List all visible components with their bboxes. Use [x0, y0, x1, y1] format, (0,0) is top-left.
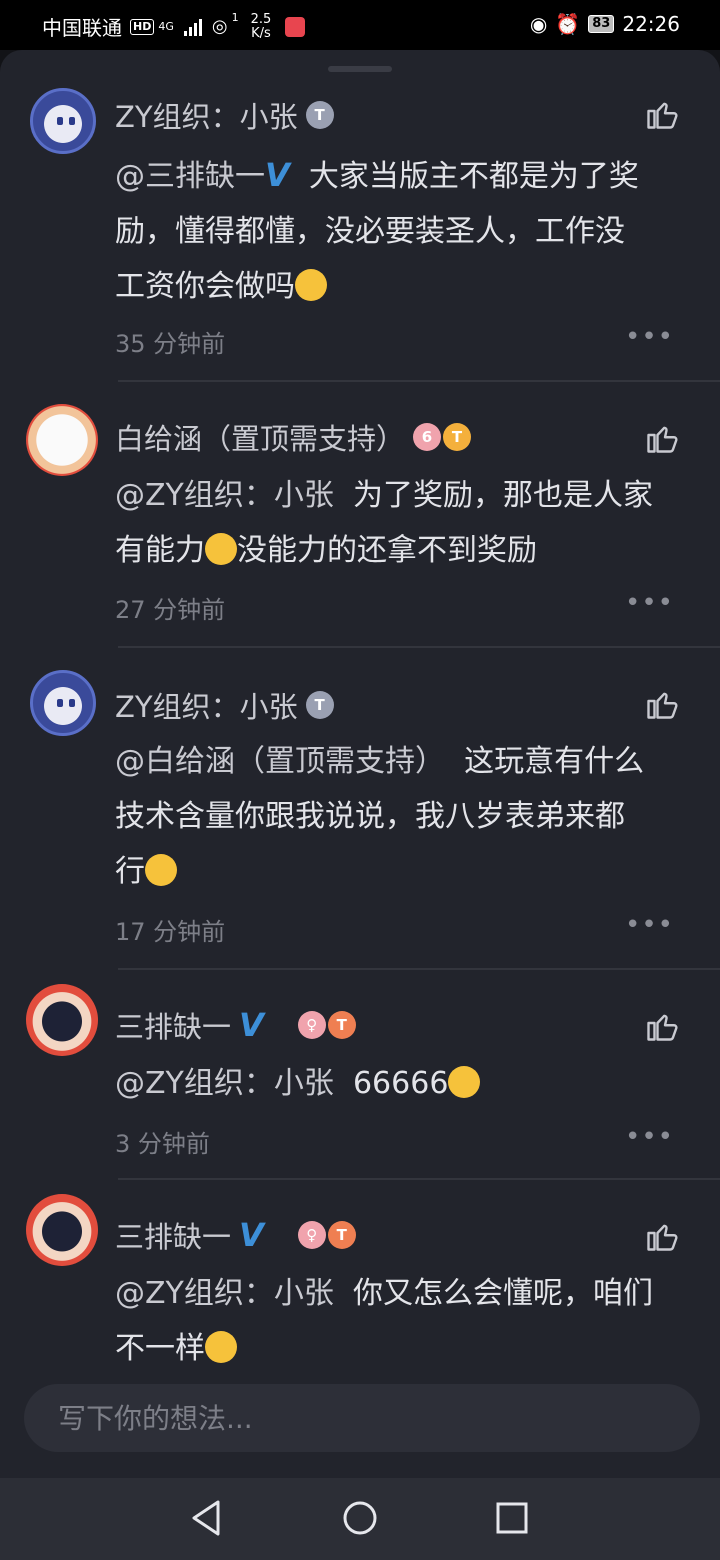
thinking-emoji-icon — [145, 854, 177, 886]
recents-icon[interactable] — [488, 1496, 536, 1540]
tongue-wink-emoji-icon — [205, 533, 237, 565]
app-notification-icon — [285, 16, 306, 37]
comment-time: 3 分钟前 — [115, 1130, 210, 1158]
hd-icon: HD — [130, 18, 155, 35]
like-icon[interactable] — [644, 96, 680, 132]
verified-icon: V — [239, 1006, 264, 1044]
speed-value: 2.5 — [250, 11, 272, 27]
level-badge-icon: T — [305, 691, 334, 719]
avatar[interactable] — [26, 1194, 98, 1266]
comment-line: 行 — [115, 854, 145, 889]
carrier-name: 中国联通 — [42, 16, 122, 40]
comment-input[interactable] — [58, 1384, 678, 1452]
system-nav-bar — [0, 1478, 720, 1560]
mention-link[interactable]: @ZY组织：小张 — [115, 1276, 334, 1311]
divider — [118, 380, 720, 382]
divider — [118, 968, 720, 970]
comment-text: @ZY组织：小张 66666 — [115, 1056, 695, 1111]
comment-line: 有能力 — [115, 533, 205, 568]
fan-badge-icon: T — [443, 423, 472, 451]
like-icon[interactable] — [644, 686, 680, 722]
comment-time: 35 分钟前 — [115, 330, 226, 358]
more-options-icon[interactable]: ••• — [625, 588, 674, 618]
mention-link[interactable]: @三排缺一 — [115, 159, 265, 194]
like-icon[interactable] — [644, 420, 680, 456]
avatar[interactable] — [26, 404, 98, 476]
comment-line: 66666 — [352, 1066, 449, 1101]
verified-icon: V — [265, 156, 290, 194]
username[interactable]: 白给涵（置顶需支持） — [115, 416, 405, 458]
comment-text: @白给涵（置顶需支持） 这玩意有什么 技术含量你跟我说说，我八岁表弟来都 行 — [115, 734, 695, 899]
comment-line: 这玩意有什么 — [464, 744, 645, 779]
comment-text: @ZY组织：小张 你又怎么会懂呢，咱们 不一样 — [115, 1266, 695, 1376]
comment-line: 大家当版主不都是为了奖 — [308, 159, 639, 194]
alarm-icon: ⏰ — [555, 12, 581, 36]
more-options-icon[interactable]: ••• — [625, 910, 674, 940]
fan-badge-icon: T — [327, 1011, 356, 1039]
rofl-emoji-icon — [448, 1066, 481, 1098]
eye-icon: ◉ — [529, 12, 548, 36]
comment-text: @ZY组织：小张 为了奖励，那也是人家 有能力 没能力的还拿不到奖励 — [115, 468, 695, 578]
username[interactable]: 三排缺一 — [115, 1004, 231, 1046]
network-speed: 2.5 K/s — [250, 11, 272, 41]
comment-line: 工资你会做吗 — [115, 269, 295, 304]
status-bar: 中国联通 HD 4G ◎ 1 2.5 K/s ◉ ⏰ 83 22:26 — [0, 0, 720, 50]
drag-handle[interactable] — [328, 66, 392, 72]
weary-emoji-icon — [205, 1331, 237, 1363]
fan-badge-icon: T — [327, 1221, 356, 1249]
battery-icon: 83 — [588, 15, 615, 33]
more-options-icon[interactable]: ••• — [625, 1122, 674, 1152]
network-type: 4G — [158, 20, 174, 33]
comment-line: 没能力的还拿不到奖励 — [237, 533, 537, 568]
comment-line: 技术含量你跟我说说，我八岁表弟来都 — [115, 799, 625, 834]
comment-line: 为了奖励，那也是人家 — [352, 478, 653, 513]
more-options-icon[interactable]: ••• — [625, 322, 674, 352]
gender-badge-icon: ♀ — [297, 1221, 326, 1249]
level-badge-icon: 6 — [413, 423, 442, 451]
verified-icon: V — [239, 1216, 264, 1254]
comment-text: @三排缺一V 大家当版主不都是为了奖 励，懂得都懂，没必要装圣人，工作没 工资你… — [115, 148, 695, 314]
clock: 22:26 — [622, 12, 680, 36]
comment-line: 励，懂得都懂，没必要装圣人，工作没 — [115, 214, 625, 249]
home-icon[interactable] — [336, 1496, 384, 1540]
avatar[interactable] — [30, 670, 96, 736]
sim-slot: 1 — [231, 11, 239, 24]
username[interactable]: 三排缺一 — [115, 1214, 231, 1256]
speed-unit: K/s — [251, 25, 271, 41]
comment-time: 27 分钟前 — [115, 596, 226, 624]
like-icon[interactable] — [644, 1218, 680, 1254]
comment-input-bar[interactable] — [24, 1384, 700, 1452]
level-badge-icon: T — [305, 101, 334, 129]
comment-line: 你又怎么会懂呢，咱们 — [352, 1276, 653, 1311]
divider — [118, 646, 720, 648]
signal-icon — [183, 18, 202, 36]
laugh-cry-emoji-icon — [295, 269, 327, 301]
back-icon[interactable] — [182, 1496, 230, 1540]
mention-link[interactable]: @白给涵（置顶需支持） — [115, 744, 445, 779]
divider — [118, 1178, 720, 1180]
like-icon[interactable] — [644, 1008, 680, 1044]
username[interactable]: ZY组织：小张 — [115, 94, 298, 136]
comment-time: 17 分钟前 — [115, 918, 226, 946]
mention-link[interactable]: @ZY组织：小张 — [115, 478, 334, 513]
gender-badge-icon: ♀ — [297, 1011, 326, 1039]
avatar[interactable] — [26, 984, 98, 1056]
username[interactable]: ZY组织：小张 — [115, 684, 298, 726]
comment-sheet: ZY组织：小张 T @三排缺一V 大家当版主不都是为了奖 励，懂得都懂，没必要装… — [0, 50, 720, 1478]
hotspot-icon: ◎ — [211, 16, 228, 37]
mention-link[interactable]: @ZY组织：小张 — [115, 1066, 334, 1101]
comment-line: 不一样 — [115, 1331, 205, 1366]
avatar[interactable] — [30, 88, 96, 154]
